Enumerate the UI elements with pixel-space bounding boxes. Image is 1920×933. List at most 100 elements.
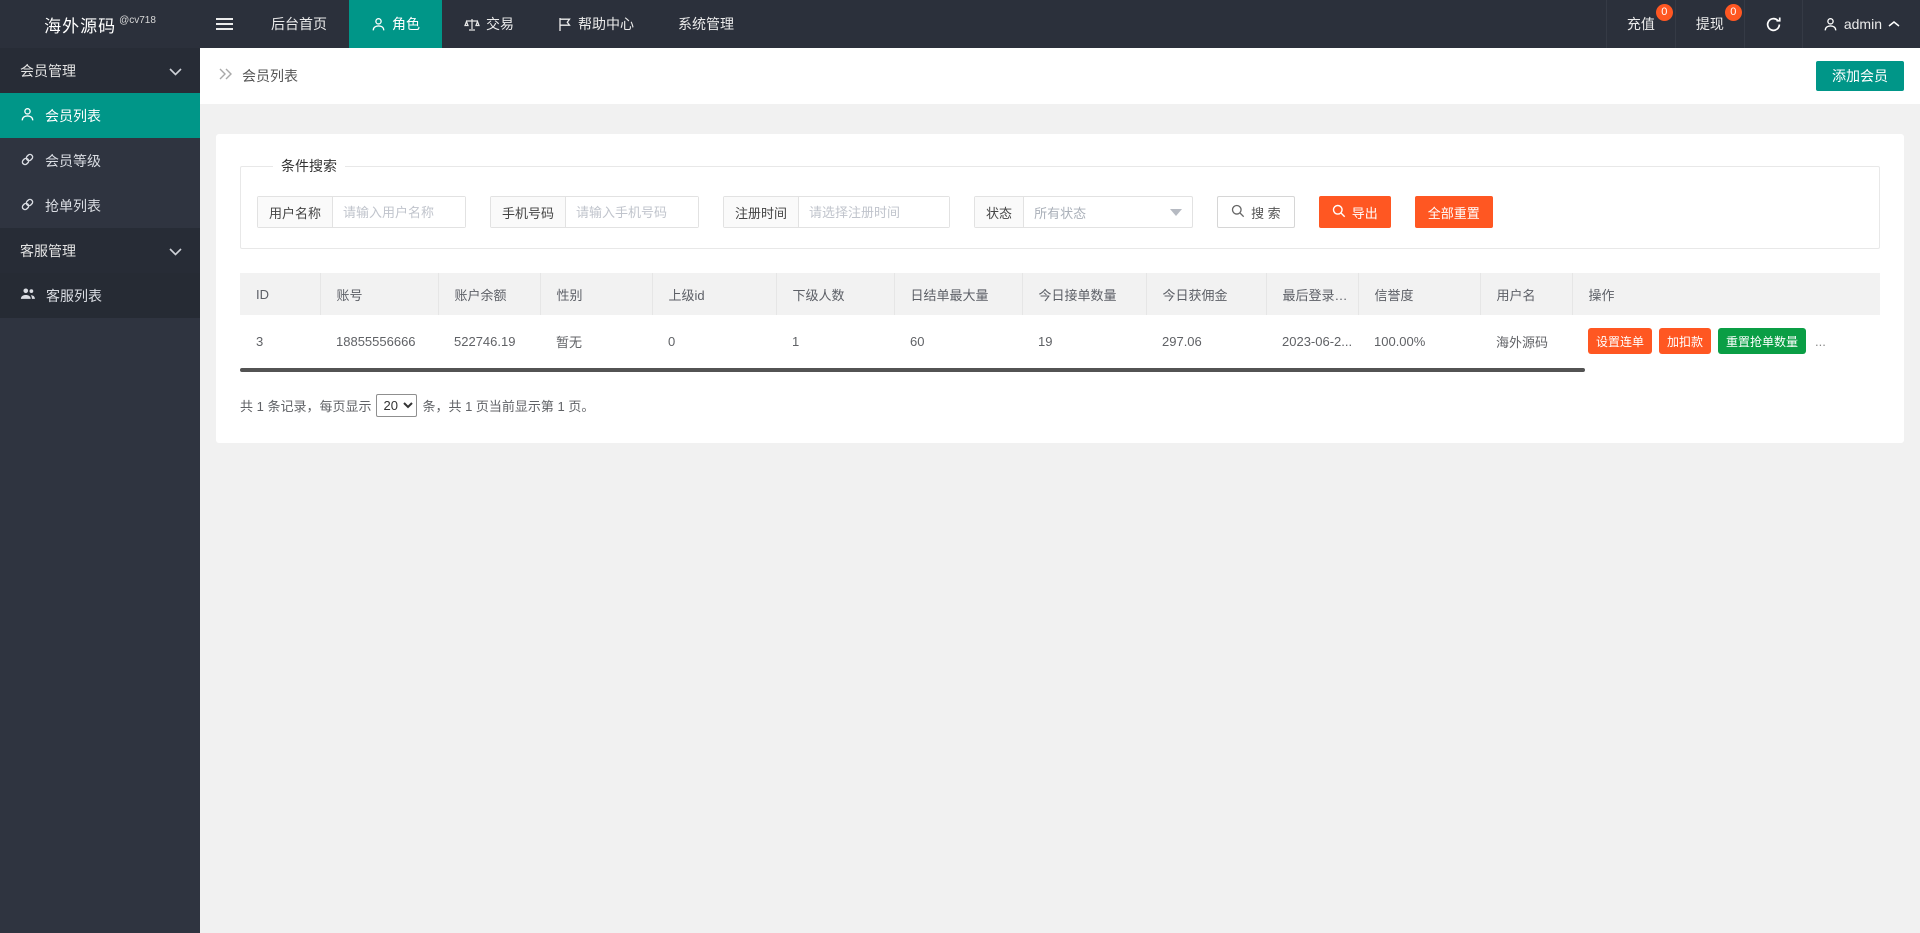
sidebar-item-label: 抢单列表 xyxy=(45,197,101,214)
cell-gender: 暂无 xyxy=(540,315,652,367)
page-title: 会员列表 xyxy=(242,68,298,84)
search-form-row: 用户名称 手机号码 注册时间 状态 xyxy=(257,196,1863,228)
horizontal-scrollbar-track xyxy=(240,368,1880,372)
cell-balance: 522746.19 xyxy=(438,315,540,367)
nav-tab-help[interactable]: 帮助中心 xyxy=(536,0,656,48)
register-time-field-group: 注册时间 xyxy=(723,196,951,228)
recharge-badge: 0 xyxy=(1655,4,1673,21)
sidebar-item-label: 客服列表 xyxy=(46,287,102,304)
chevron-down-icon xyxy=(169,63,182,79)
refresh-button[interactable] xyxy=(1743,0,1802,48)
register-time-field-label: 注册时间 xyxy=(724,197,800,227)
user-name: admin xyxy=(1843,16,1882,32)
nav-tab-label: 帮助中心 xyxy=(578,16,634,32)
nav-tab-label: 后台首页 xyxy=(271,16,327,32)
flag-icon xyxy=(558,17,572,32)
nav-tab-system[interactable]: 系统管理 xyxy=(656,0,756,48)
brand-suffix: @cv718 xyxy=(119,14,156,26)
table-header-row: ID 账号 账户余额 性别 上级id 下级人数 日结单最大量 今日接单数量 今日… xyxy=(240,273,1880,315)
link-icon xyxy=(20,152,35,170)
horizontal-scrollbar-thumb[interactable] xyxy=(240,368,1585,372)
withdraw-badge: 0 xyxy=(1724,4,1742,21)
search-button-label: 搜 索 xyxy=(1251,205,1281,221)
column-header-id: ID xyxy=(240,273,321,315)
export-button-label: 导出 xyxy=(1351,205,1378,221)
pagination-bar: 共 1 条记录，每页显示 20 条，共 1 页当前显示第 1 页。 xyxy=(240,394,1880,417)
status-select[interactable]: 所有状态 xyxy=(1024,197,1192,227)
phone-input[interactable] xyxy=(566,197,699,227)
column-header-credit: 信誉度 xyxy=(1358,273,1481,315)
phone-field-label: 手机号码 xyxy=(491,197,567,227)
cell-username: 海外源码 xyxy=(1480,315,1572,367)
search-icon xyxy=(1231,204,1245,221)
cell-daily-max: 60 xyxy=(894,315,1022,367)
column-header-account: 账号 xyxy=(320,273,439,315)
per-page-select[interactable]: 20 xyxy=(376,394,418,417)
search-button[interactable]: 搜 索 xyxy=(1217,196,1295,228)
more-actions-button[interactable]: ... xyxy=(1813,334,1828,349)
chevron-up-icon xyxy=(1888,20,1900,28)
user-icon xyxy=(371,17,386,32)
column-header-gender: 性别 xyxy=(540,273,653,315)
top-navbar: 海外源码 @cv718 后台首页 角色 交易 帮助中心 系统管理 充值 0 提现… xyxy=(0,0,1920,48)
set-chain-order-button[interactable]: 设置连单 xyxy=(1588,328,1653,354)
column-header-last-login: 最后登录时... xyxy=(1266,273,1359,315)
register-time-input[interactable] xyxy=(799,197,950,227)
sidebar-group-service-management[interactable]: 客服管理 xyxy=(0,228,200,273)
sidebar-group-member-management[interactable]: 会员管理 xyxy=(0,48,200,93)
chevron-down-icon xyxy=(169,243,182,259)
recharge-button[interactable]: 充值 0 xyxy=(1605,0,1675,48)
content-area: 会员列表 添加会员 条件搜索 用户名称 手机号码 xyxy=(200,48,1920,933)
breadcrumb-bar: 会员列表 添加会员 xyxy=(200,48,1920,104)
member-table: ID 账号 账户余额 性别 上级id 下级人数 日结单最大量 今日接单数量 今日… xyxy=(240,273,1880,367)
main-card: 条件搜索 用户名称 手机号码 注册时间 xyxy=(216,134,1904,443)
cell-today-orders: 19 xyxy=(1022,315,1146,367)
user-icon xyxy=(1823,17,1838,32)
nav-tab-dashboard[interactable]: 后台首页 xyxy=(249,0,349,48)
nav-tab-trade[interactable]: 交易 xyxy=(442,0,536,48)
column-header-actions: 操作 xyxy=(1572,273,1880,315)
cell-credit: 100.00% xyxy=(1358,315,1480,367)
reset-all-button-label: 全部重置 xyxy=(1427,205,1480,221)
brand-title: 海外源码 xyxy=(44,16,117,36)
cell-subordinates: 1 xyxy=(776,315,894,367)
scales-icon xyxy=(464,17,480,32)
row-actions: 设置连单 加扣款 重置抢单数量 ... xyxy=(1588,328,1880,354)
username-field-group: 用户名称 xyxy=(257,196,467,228)
sidebar: 会员管理 会员列表 会员等级 抢单列表 客服管理 客服列表 xyxy=(0,48,200,933)
hamburger-icon xyxy=(216,17,233,31)
sidebar-item-grab-order-list[interactable]: 抢单列表 xyxy=(0,183,200,228)
cell-today-commission: 297.06 xyxy=(1146,315,1266,367)
add-deduct-funds-button[interactable]: 加扣款 xyxy=(1659,328,1712,354)
brand-logo: 海外源码 @cv718 xyxy=(0,0,200,48)
menu-toggle-button[interactable] xyxy=(200,0,249,48)
sidebar-item-member-list[interactable]: 会员列表 xyxy=(0,93,200,138)
username-input[interactable] xyxy=(333,197,466,227)
sidebar-item-member-level[interactable]: 会员等级 xyxy=(0,138,200,183)
recharge-label: 充值 xyxy=(1626,16,1655,32)
column-header-parent-id: 上级id xyxy=(652,273,777,315)
status-field-group: 状态 所有状态 xyxy=(974,196,1194,228)
reset-all-button[interactable]: 全部重置 xyxy=(1414,196,1493,228)
nav-tab-role[interactable]: 角色 xyxy=(349,0,442,48)
status-select-value: 所有状态 xyxy=(1034,205,1087,221)
phone-field-group: 手机号码 xyxy=(490,196,700,228)
nav-menu: 后台首页 角色 交易 帮助中心 系统管理 xyxy=(200,0,1606,48)
reset-grab-count-button[interactable]: 重置抢单数量 xyxy=(1718,328,1807,354)
export-button[interactable]: 导出 xyxy=(1318,196,1391,228)
sidebar-group-label: 客服管理 xyxy=(20,242,76,259)
nav-tab-label: 角色 xyxy=(392,16,420,32)
link-icon xyxy=(20,197,35,215)
nav-tab-label: 交易 xyxy=(486,16,514,32)
cell-id: 3 xyxy=(240,315,320,367)
cell-last-login: 2023-06-2... xyxy=(1266,315,1358,367)
withdraw-button[interactable]: 提现 0 xyxy=(1674,0,1744,48)
app-root: 海外源码 @cv718 后台首页 角色 交易 帮助中心 系统管理 充值 0 提现… xyxy=(0,0,1920,933)
column-header-balance: 账户余额 xyxy=(438,273,541,315)
sidebar-item-service-list[interactable]: 客服列表 xyxy=(0,273,200,318)
user-icon xyxy=(20,107,35,125)
sidebar-item-label: 会员等级 xyxy=(45,152,101,169)
add-member-button[interactable]: 添加会员 xyxy=(1816,61,1904,91)
column-header-subordinates: 下级人数 xyxy=(776,273,895,315)
user-menu[interactable]: admin xyxy=(1801,0,1920,48)
